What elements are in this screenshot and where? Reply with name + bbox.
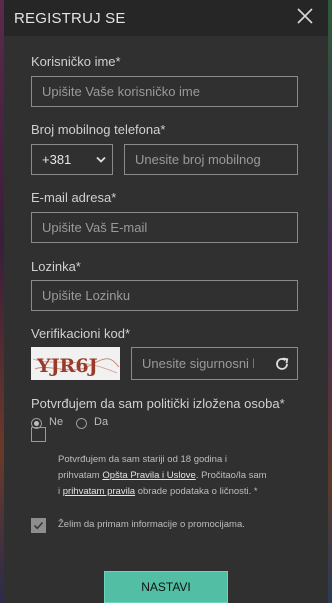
- username-label: Korisničko ime*: [31, 54, 121, 69]
- submit-button[interactable]: NASTAVI: [104, 571, 228, 603]
- chevron-down-icon: [96, 156, 106, 163]
- phone-input[interactable]: [124, 144, 298, 175]
- promo-checkbox[interactable]: [31, 518, 46, 533]
- email-input[interactable]: [31, 212, 298, 243]
- pep-label: Potvrđujem da sam politički izložena oso…: [31, 396, 285, 411]
- pep-option-no: Ne: [49, 416, 64, 428]
- username-input[interactable]: [31, 76, 298, 107]
- terms-line-1: Potvrđujem da sam stariji od 18 godina i: [58, 454, 227, 465]
- country-code-value: +381: [42, 152, 72, 167]
- phone-label: Broj mobilnog telefona*: [31, 122, 166, 137]
- check-icon: [33, 521, 44, 530]
- captcha-glyphs: YJR6J: [36, 355, 98, 377]
- privacy-link[interactable]: prihvatam pravila: [63, 486, 135, 497]
- close-icon[interactable]: [296, 7, 314, 25]
- terms-link[interactable]: Opšta Pravila i Uslove: [102, 470, 195, 481]
- refresh-icon[interactable]: [274, 356, 290, 372]
- pep-option-yes: Da: [94, 416, 109, 428]
- registration-modal: REGISTRUJ SE Korisničko ime* Broj mobiln…: [4, 0, 328, 603]
- password-label: Lozinka*: [31, 259, 81, 274]
- terms-line-3: i prihvatam pravila obrade podataka o li…: [58, 486, 258, 497]
- captcha-field: [131, 347, 298, 380]
- terms-line-2: prihvatam Opšta Pravila i Uslove. Pročit…: [58, 470, 267, 481]
- captcha-image: YJR6J: [31, 347, 120, 380]
- email-label: E-mail adresa*: [31, 190, 117, 205]
- promo-label: Želim da primam informacije o promocijam…: [58, 519, 245, 530]
- modal-title: REGISTRUJ SE: [14, 10, 126, 27]
- country-code-select[interactable]: +381: [31, 144, 113, 175]
- modal-header: REGISTRUJ SE: [4, 0, 328, 36]
- password-input[interactable]: [31, 280, 298, 311]
- captcha-input[interactable]: [132, 348, 264, 379]
- pep-radio-yes[interactable]: [76, 418, 87, 429]
- background-edge-right: [328, 0, 332, 603]
- captcha-label: Verifikacioni kod*: [31, 326, 130, 341]
- terms-checkbox[interactable]: [31, 427, 46, 442]
